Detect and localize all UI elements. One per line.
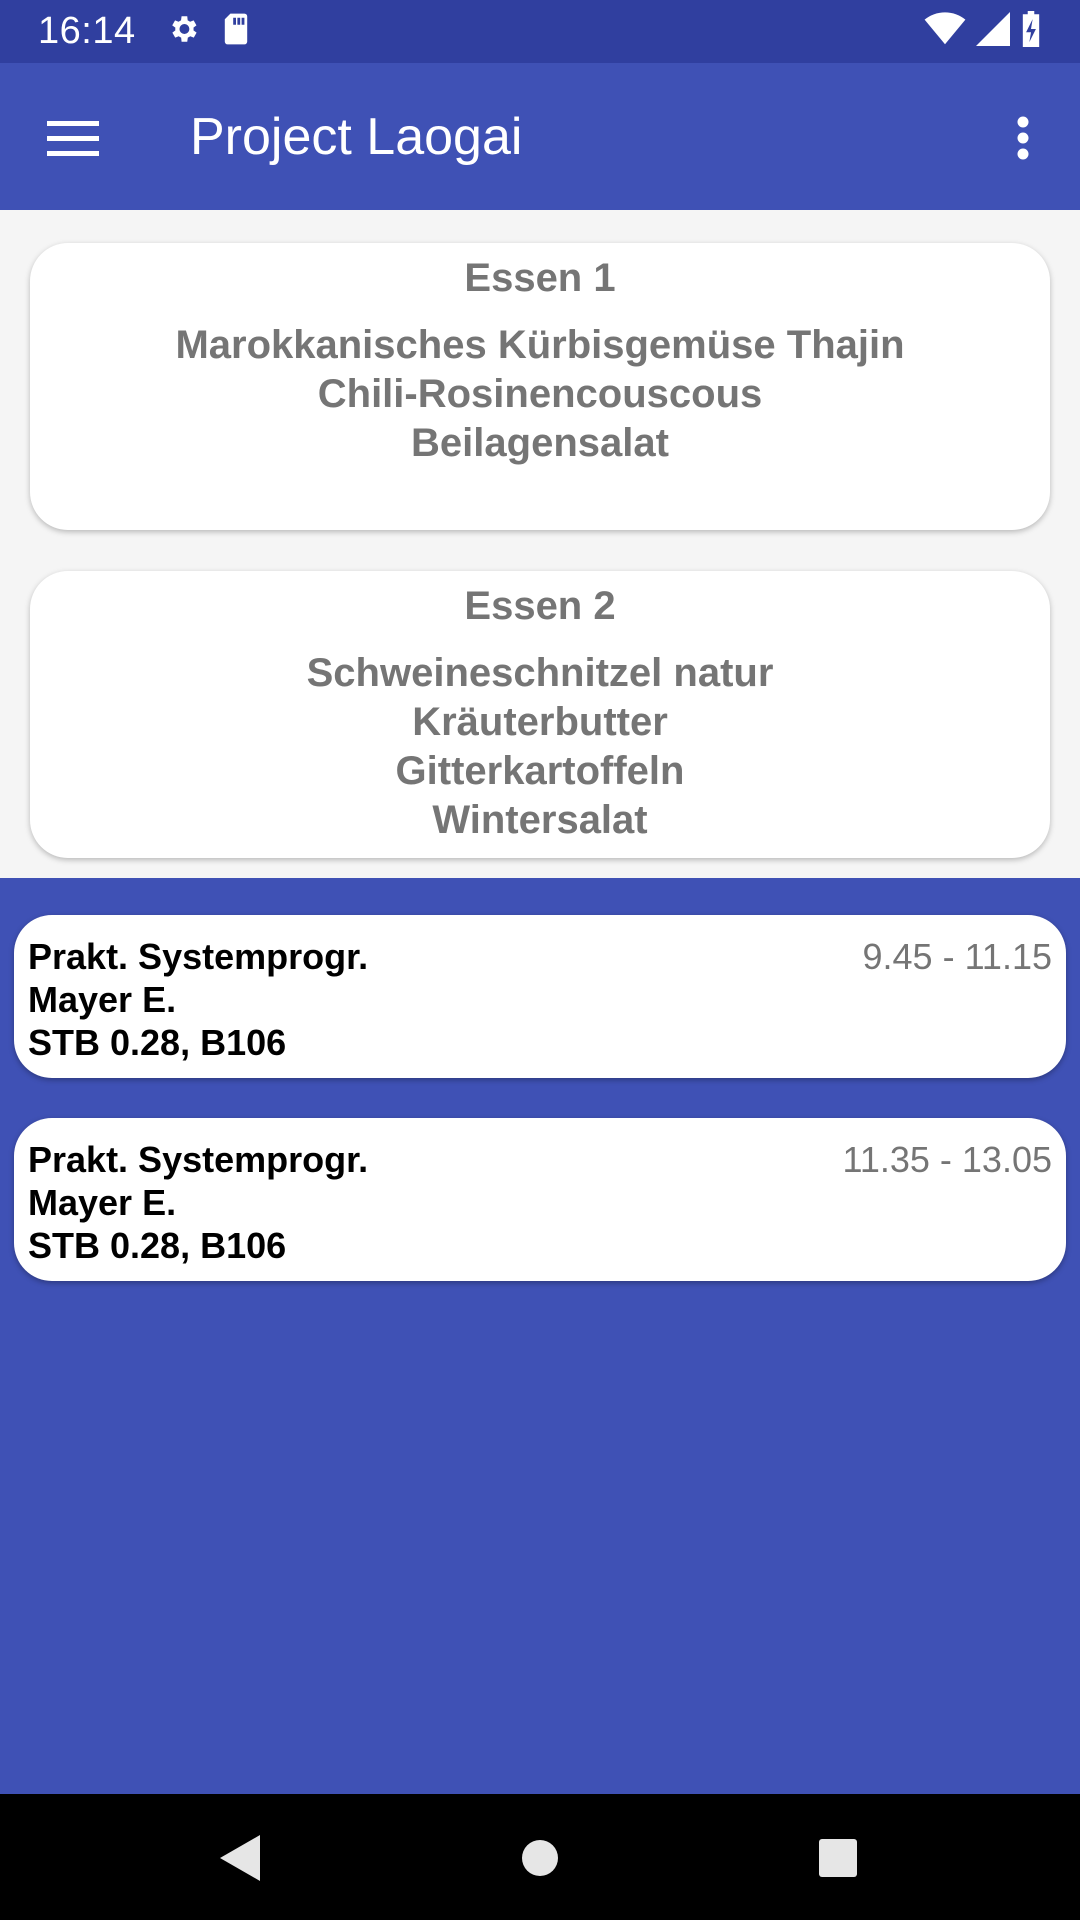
meal-card[interactable]: Essen 2 Schweineschnitzel natur Kräuterb… bbox=[30, 571, 1050, 858]
back-button[interactable] bbox=[210, 1828, 270, 1888]
meal-card[interactable]: Essen 1 Marokkanisches Kürbisgemüse Thaj… bbox=[30, 243, 1050, 530]
recents-icon bbox=[819, 1839, 857, 1877]
lesson-time: 9.45 - 11.15 bbox=[862, 936, 1052, 977]
meal-item: Chili-Rosinencouscous bbox=[317, 372, 763, 416]
more-vert-icon bbox=[1017, 116, 1029, 160]
status-time: 16:14 bbox=[38, 10, 136, 52]
wifi-icon bbox=[924, 12, 966, 51]
lesson-time: 11.35 - 13.05 bbox=[842, 1139, 1053, 1180]
gear-icon bbox=[166, 12, 200, 51]
navigation-bar bbox=[0, 1794, 1080, 1920]
recents-button[interactable] bbox=[808, 1828, 868, 1888]
lesson-card[interactable]: Prakt. Systemprogr. Mayer E. STB 0.28, B… bbox=[14, 915, 1066, 1078]
lesson-card[interactable]: Prakt. Systemprogr. Mayer E. STB 0.28, B… bbox=[14, 1118, 1066, 1281]
home-button[interactable] bbox=[510, 1828, 570, 1888]
status-bar: 16:14 bbox=[0, 0, 1080, 63]
lesson-teacher: Mayer E. bbox=[28, 979, 177, 1020]
lesson-teacher: Mayer E. bbox=[28, 1182, 177, 1223]
meals-section: Essen 1 Marokkanisches Kürbisgemüse Thaj… bbox=[0, 210, 1080, 878]
battery-charging-icon bbox=[1020, 11, 1042, 52]
page-title: Project Laogai bbox=[190, 108, 523, 166]
hamburger-menu-icon bbox=[47, 121, 99, 156]
meal-item: Schweineschnitzel natur bbox=[306, 651, 774, 695]
lesson-room: STB 0.28, B106 bbox=[28, 1022, 287, 1063]
meal-item: Kräuterbutter bbox=[412, 700, 668, 744]
meal-title: Essen 2 bbox=[464, 584, 616, 628]
app-bar: Project Laogai bbox=[0, 63, 1080, 210]
menu-button[interactable] bbox=[38, 103, 108, 173]
meal-item: Wintersalat bbox=[432, 798, 648, 842]
overflow-menu-button[interactable] bbox=[988, 103, 1058, 173]
meal-item: Beilagensalat bbox=[411, 421, 669, 465]
meal-title: Essen 1 bbox=[464, 256, 616, 300]
back-icon bbox=[220, 1835, 260, 1881]
signal-icon bbox=[976, 12, 1010, 51]
home-icon bbox=[522, 1840, 558, 1876]
lesson-room: STB 0.28, B106 bbox=[28, 1225, 287, 1266]
meal-item: Marokkanisches Kürbisgemüse Thajin bbox=[175, 323, 905, 367]
sd-card-icon bbox=[222, 12, 250, 51]
meal-item: Gitterkartoffeln bbox=[395, 749, 685, 793]
